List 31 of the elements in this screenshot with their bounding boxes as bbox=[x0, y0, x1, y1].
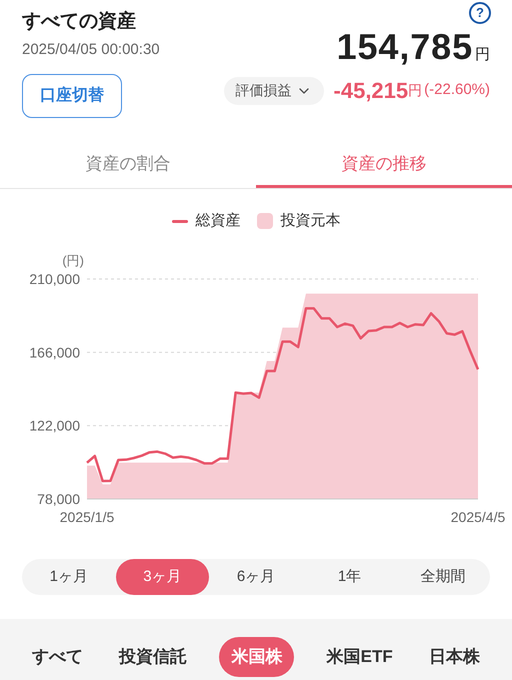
legend-label: 総資産 bbox=[196, 210, 240, 231]
help-icon[interactable]: ? bbox=[469, 2, 491, 24]
category-chip[interactable]: 日本株 bbox=[424, 637, 484, 677]
period-tab[interactable]: 6ヶ月 bbox=[209, 559, 303, 595]
y-axis-label: (円) bbox=[62, 253, 84, 268]
currency-unit: 円 bbox=[475, 45, 490, 65]
x-tick-label: 2025/4/5 bbox=[450, 509, 506, 525]
category-chip[interactable]: すべて bbox=[28, 637, 87, 677]
y-tick-label: 78,000 bbox=[37, 491, 80, 507]
total-value: 154,785 bbox=[336, 26, 473, 68]
change-value: -45,215 bbox=[334, 77, 408, 105]
view-tab[interactable]: 資産の割合 bbox=[0, 142, 256, 188]
period-tab[interactable]: 全期間 bbox=[396, 559, 490, 595]
category-chip[interactable]: 米国株 bbox=[219, 637, 294, 677]
page-title: すべての資産 bbox=[22, 10, 137, 34]
change-percent: (-22.60%) bbox=[424, 80, 490, 100]
y-tick-label: 210,000 bbox=[29, 271, 80, 287]
period-tab[interactable]: 1年 bbox=[302, 559, 396, 595]
period-tab[interactable]: 1ヶ月 bbox=[22, 559, 116, 595]
metric-dropdown[interactable]: 評価損益 bbox=[224, 76, 324, 104]
x-tick-label: 2025/1/5 bbox=[60, 509, 114, 525]
account-switch-button[interactable]: 口座切替 bbox=[22, 74, 122, 118]
category-chip[interactable]: 米国ETF bbox=[322, 637, 397, 677]
legend-label: 投資元本 bbox=[280, 210, 340, 231]
change-unit: 円 bbox=[408, 81, 422, 100]
timestamp: 2025/04/05 00:00:30 bbox=[22, 40, 160, 60]
category-chip[interactable]: 投資信託 bbox=[115, 637, 192, 677]
view-tab[interactable]: 資産の推移 bbox=[256, 142, 512, 188]
period-tab[interactable]: 3ヶ月 bbox=[116, 559, 210, 595]
y-tick-label: 166,000 bbox=[29, 344, 80, 360]
y-tick-label: 122,000 bbox=[29, 418, 80, 434]
